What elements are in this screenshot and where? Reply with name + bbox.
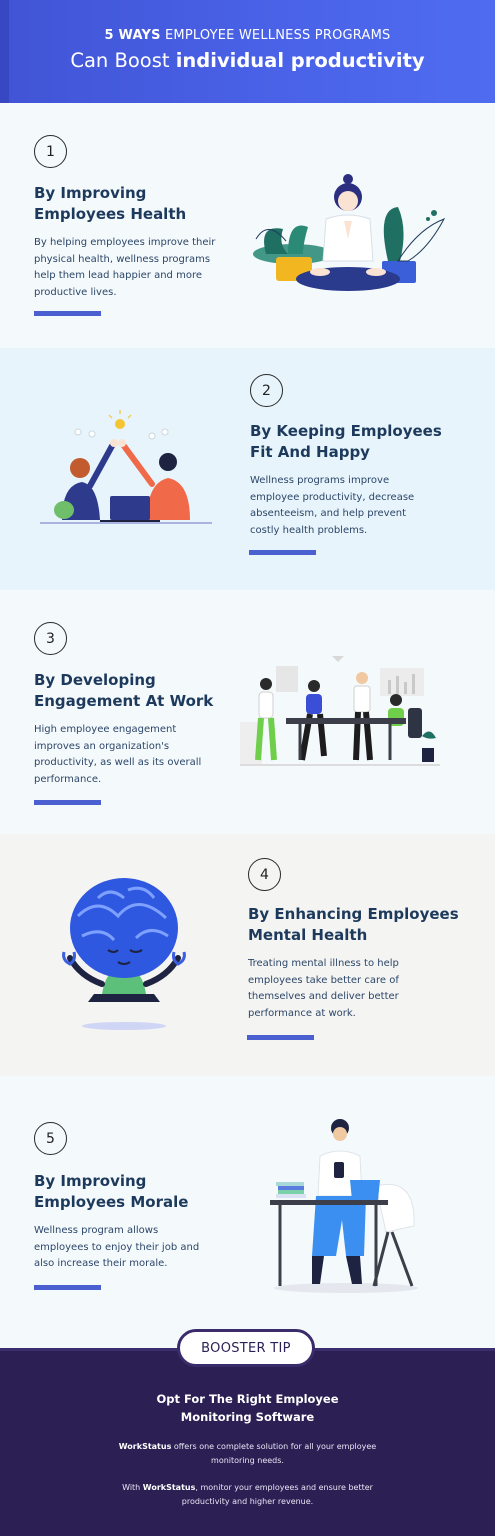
meditating-woman-illustration (253, 174, 446, 291)
booster-title: Opt For The Right Employee Monitoring Sof… (156, 1392, 339, 1424)
section-5: 5 By Improving Employees Morale Wellness … (0, 1076, 495, 1348)
section-4: 4 By Enhancing Employees Mental Health Tr… (0, 834, 495, 1076)
team-meeting-illustration (240, 656, 440, 766)
section-title: By Improving Employees Morale (34, 1172, 189, 1211)
section-1: 1 By Improving Employees Health By helpin… (0, 103, 495, 348)
accent-bar (34, 800, 101, 805)
booster-paragraph-1: WorkStatus offers one complete solution … (118, 1442, 377, 1465)
accent-bar (249, 550, 316, 555)
accent-bar (34, 1285, 101, 1290)
section-number: 3 (34, 622, 67, 655)
high-five-illustration (40, 410, 212, 524)
section-description: Wellness program allows employees to enjo… (34, 1225, 200, 1269)
header-line-2: Can Boost individual productivity (70, 49, 425, 72)
header-banner: 5 WAYS EMPLOYEE WELLNESS PROGRAMS Can Bo… (0, 0, 495, 103)
meditating-brain-illustration (62, 878, 186, 1030)
accent-bar (34, 311, 101, 316)
booster-tip-badge: BOOSTER TIP (177, 1329, 315, 1367)
section-title: By Keeping Employees Fit And Happy (250, 422, 442, 461)
header-line-1: 5 WAYS EMPLOYEE WELLNESS PROGRAMS (104, 28, 391, 43)
section-number: 5 (34, 1122, 67, 1155)
section-description: Wellness programs improve employee produc… (250, 475, 415, 536)
section-description: Treating mental illness to help employees… (248, 958, 399, 1019)
section-title: By Improving Employees Health (34, 184, 187, 223)
section-number: 1 (34, 135, 67, 168)
section-description: High employee engagement improves an orga… (34, 724, 202, 785)
section-2: 2 By Keeping Employees Fit And Happy Well… (0, 348, 495, 590)
booster-paragraph-2: With WorkStatus, monitor your employees … (122, 1483, 373, 1506)
section-3: 3 By Developing Engagement At Work High e… (0, 590, 495, 834)
accent-bar (247, 1035, 314, 1040)
section-number: 4 (248, 858, 281, 891)
section-description: By helping employees improve their physic… (34, 237, 216, 298)
section-title: By Enhancing Employees Mental Health (248, 905, 459, 944)
section-number: 2 (250, 374, 283, 407)
man-at-desk-illustration (270, 1119, 418, 1293)
section-title: By Developing Engagement At Work (34, 671, 214, 710)
